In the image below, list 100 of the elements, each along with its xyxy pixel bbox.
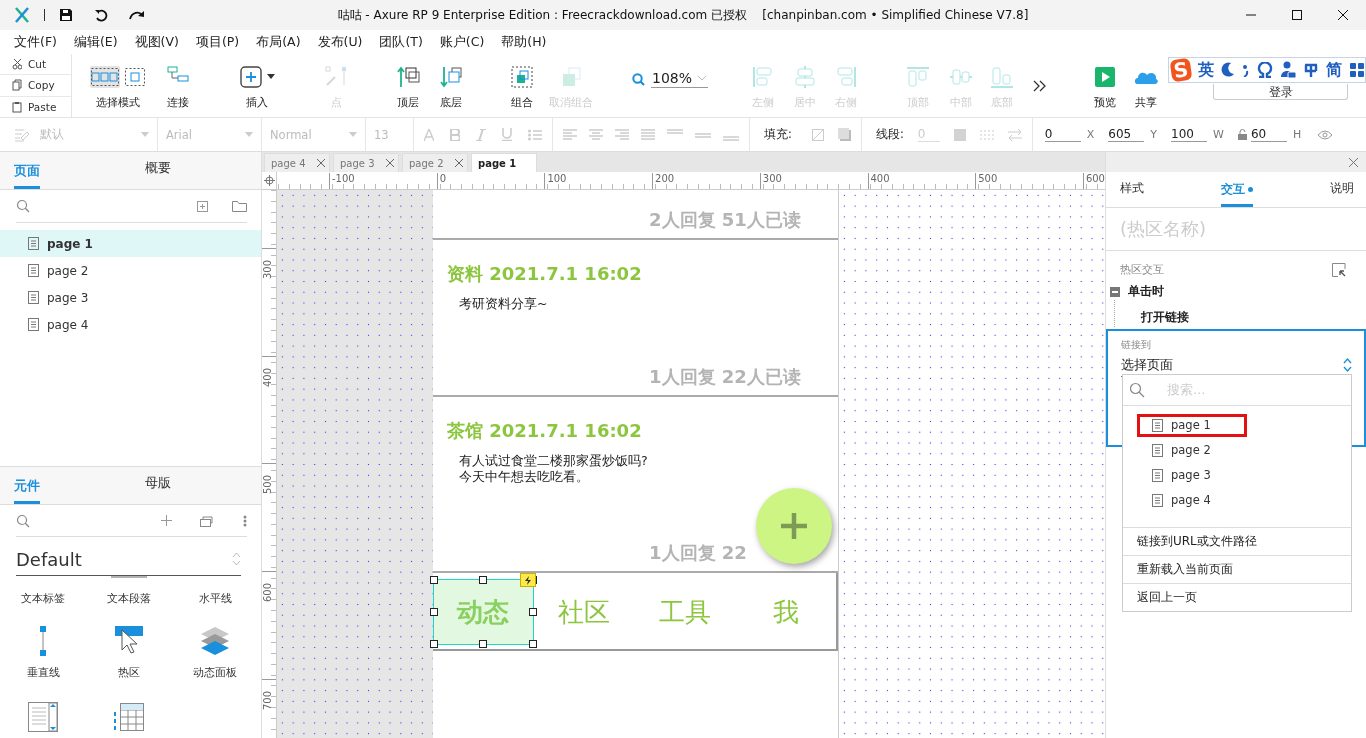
page-option[interactable]: page 2 <box>1137 438 1247 462</box>
add-page-icon[interactable] <box>197 200 208 212</box>
user-icon[interactable] <box>1280 61 1296 79</box>
geometry-field[interactable]: 100 <box>1171 127 1208 142</box>
mode-toggle[interactable] <box>90 65 120 88</box>
tool-button[interactable]: 共享 <box>1126 61 1166 110</box>
tool-button[interactable]: 插入 <box>229 61 285 110</box>
document-tab[interactable]: page 2 <box>402 153 468 172</box>
undo-icon[interactable] <box>94 8 108 22</box>
clipboard-button[interactable]: Cut <box>0 54 71 76</box>
zoom-field[interactable]: 108% <box>651 70 709 88</box>
stroke-color-icon[interactable] <box>953 128 966 141</box>
save-icon[interactable] <box>59 8 73 22</box>
resize-handle[interactable] <box>479 576 488 584</box>
pick-icon[interactable] <box>1332 263 1346 277</box>
page-item[interactable]: page 4 <box>0 311 261 338</box>
widget-item[interactable]: 垂直线 <box>0 618 86 696</box>
script-toggle[interactable]: 简 <box>1326 59 1342 81</box>
field-label: X <box>1086 128 1095 141</box>
search-icon <box>16 513 30 528</box>
library-icon[interactable] <box>200 514 215 527</box>
widget-item[interactable]: 动态面板 <box>172 618 258 696</box>
language-toggle[interactable]: 英 <box>1198 59 1214 81</box>
tool-button[interactable]: 底层 <box>431 61 471 110</box>
moon-icon[interactable] <box>1221 62 1235 78</box>
geometry-field[interactable]: 60 <box>1250 127 1287 142</box>
resize-handle[interactable] <box>528 608 537 616</box>
document-tab[interactable]: page 4 <box>264 153 330 172</box>
panel-tab[interactable]: 概要 <box>130 152 261 189</box>
toolbox-icon[interactable] <box>1303 62 1319 78</box>
tool-button[interactable]: 连接 <box>158 61 198 110</box>
font-color-icon[interactable] <box>424 128 434 141</box>
login-button[interactable]: 登录 <box>1213 84 1348 100</box>
resize-handle[interactable] <box>430 640 438 648</box>
ruler-label: 300 <box>262 259 273 279</box>
omega-icon[interactable] <box>1257 62 1273 78</box>
page-select[interactable]: 选择页面 <box>1121 356 1352 374</box>
clipboard-button[interactable]: Copy <box>0 75 71 97</box>
up-down-icon <box>1343 358 1352 372</box>
redo-icon[interactable] <box>129 9 145 21</box>
add-button[interactable] <box>756 488 832 564</box>
link-option[interactable]: 返回上一页 <box>1123 584 1351 611</box>
page-option[interactable]: page 4 <box>1137 488 1247 512</box>
tool-button[interactable]: 组合 <box>502 61 542 110</box>
menu-item[interactable]: 帮助(H) <box>501 33 547 51</box>
menu-item[interactable]: 发布(U) <box>317 33 363 51</box>
select-contained-icon <box>125 66 145 87</box>
resize-handle[interactable] <box>528 640 537 648</box>
link-option[interactable]: 链接到URL或文件路径 <box>1123 528 1351 557</box>
tool-button[interactable]: 预览 <box>1085 61 1125 110</box>
tool-button[interactable]: 顶层 <box>388 61 428 110</box>
page-item[interactable]: page 2 <box>0 257 261 284</box>
menu-item[interactable]: 编辑(E) <box>73 33 118 51</box>
panel-tab[interactable]: 母版 <box>130 467 261 504</box>
menu-item[interactable]: 布局(A) <box>256 33 301 51</box>
menu-item[interactable]: 团队(T) <box>379 33 423 51</box>
menu-item[interactable]: 账户(C) <box>439 33 485 51</box>
widget-item[interactable]: 文本段落 <box>86 576 172 618</box>
style-icon <box>14 127 30 142</box>
link-option[interactable]: 重新载入当前页面 <box>1123 556 1351 585</box>
collapse-toggle[interactable] <box>1110 286 1120 297</box>
page-icon <box>28 264 39 277</box>
close-icon[interactable] <box>455 159 463 167</box>
lock-icon[interactable] <box>1237 129 1247 140</box>
menu-item[interactable]: 项目(P) <box>195 33 240 51</box>
page-item[interactable]: page 3 <box>0 284 261 311</box>
geometry-field[interactable]: 0 <box>1044 127 1081 142</box>
inspector-tab[interactable]: 交互 <box>1221 181 1253 207</box>
menu-item[interactable]: 文件(F) <box>14 33 57 51</box>
widget-item[interactable]: 水平线 <box>172 576 258 618</box>
resize-handle[interactable] <box>430 608 438 616</box>
document-tab[interactable]: page 1 <box>471 153 537 172</box>
geometry-field[interactable]: 605 <box>1108 127 1145 142</box>
clipboard-button[interactable]: Paste <box>0 96 71 117</box>
search-icon <box>1129 381 1145 398</box>
shadow-icon[interactable] <box>837 128 851 141</box>
align-bottom-icon <box>990 64 1014 89</box>
resize-handle[interactable] <box>479 640 488 648</box>
inspector-tab[interactable]: 说明 <box>1330 180 1354 207</box>
more-options-icon[interactable] <box>243 514 247 527</box>
menu-item[interactable]: 视图(V) <box>134 33 179 51</box>
document-tab[interactable]: page 3 <box>333 153 399 172</box>
close-icon[interactable] <box>386 159 394 167</box>
widget-item[interactable]: 热区 <box>86 618 172 696</box>
library-dropdown[interactable]: Default <box>16 543 241 576</box>
close-icon[interactable] <box>317 159 325 167</box>
folder-icon[interactable] <box>232 200 247 212</box>
resize-handle[interactable] <box>430 576 438 584</box>
close-icon[interactable] <box>1349 157 1358 167</box>
page-item[interactable]: page 1 <box>0 230 261 257</box>
page-option[interactable]: page 1 <box>1137 413 1247 437</box>
mode-toggle[interactable] <box>124 65 146 88</box>
inspector-tab[interactable]: 样式 <box>1120 180 1144 207</box>
add-icon[interactable] <box>161 515 172 527</box>
widget-item[interactable]: 文本标签 <box>0 576 86 618</box>
punctuation-icon[interactable] <box>1242 63 1250 77</box>
eye-icon[interactable] <box>1317 129 1334 140</box>
page-option[interactable]: page 3 <box>1137 463 1247 487</box>
grid-icon[interactable] <box>1349 62 1365 78</box>
more-icon[interactable] <box>1033 79 1047 92</box>
